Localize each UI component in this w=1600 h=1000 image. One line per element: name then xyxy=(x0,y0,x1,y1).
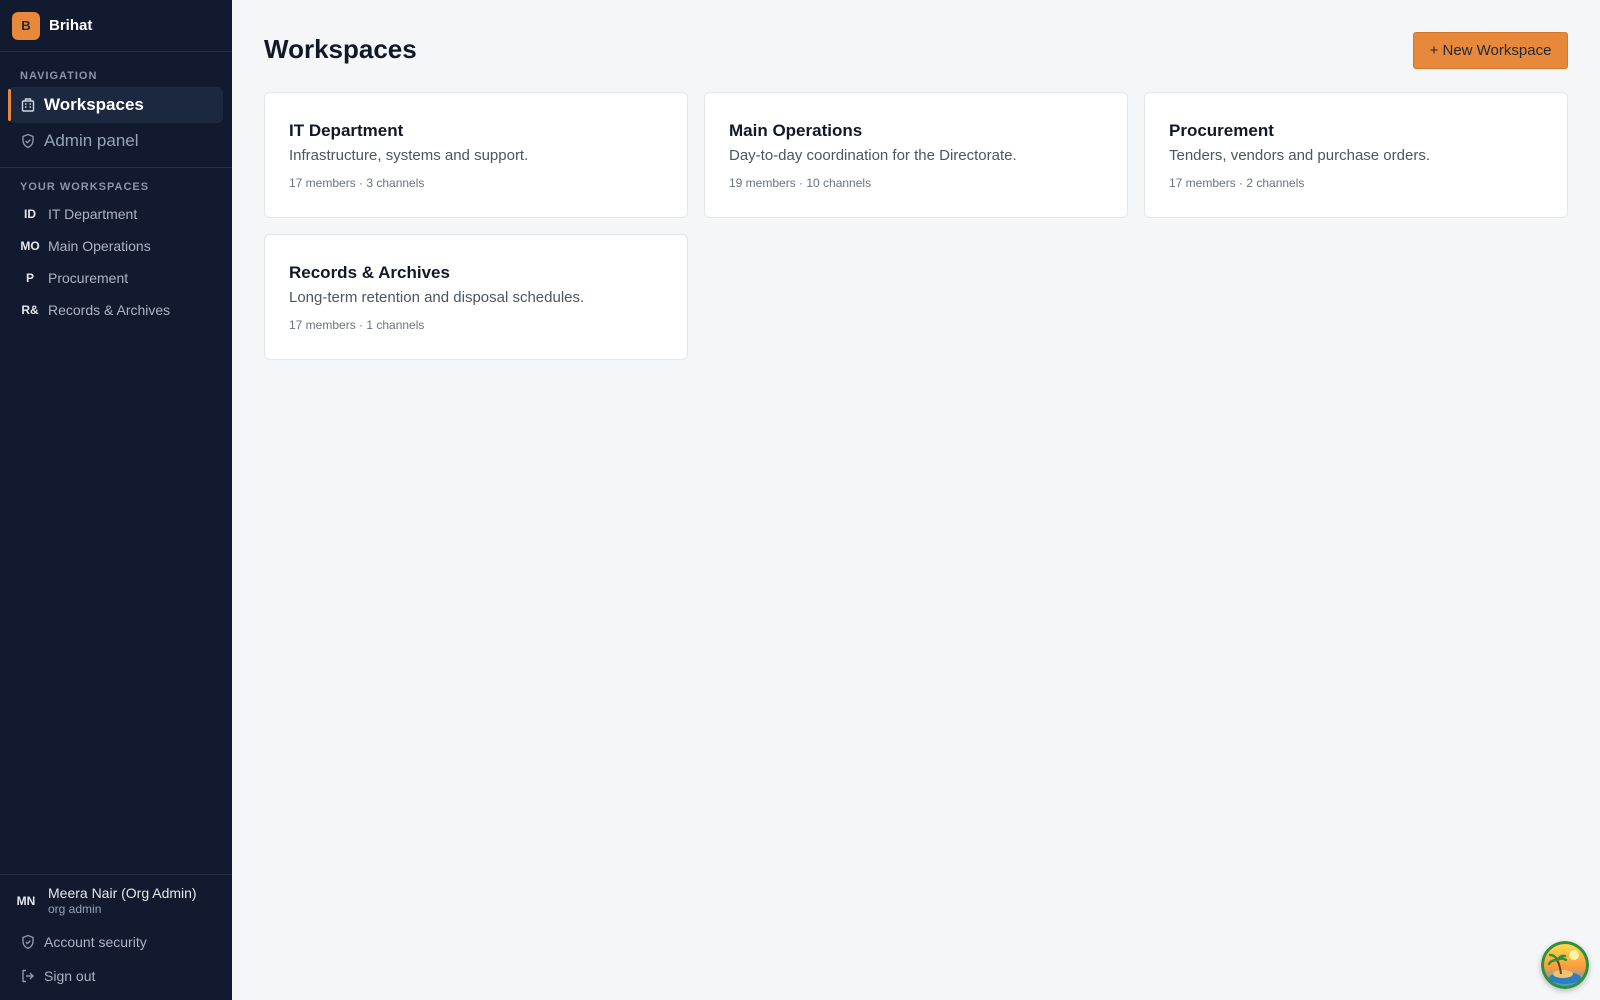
sidebar-workspace-records-archives[interactable]: R& Records & Archives xyxy=(18,298,170,322)
card-description: Tenders, vendors and purchase orders. xyxy=(1169,147,1430,164)
card-description: Infrastructure, systems and support. xyxy=(289,147,529,164)
workspace-card-procurement[interactable]: Procurement Tenders, vendors and purchas… xyxy=(1144,92,1568,218)
card-title: Procurement xyxy=(1169,121,1274,140)
sign-out-icon xyxy=(22,969,34,983)
card-title: Main Operations xyxy=(729,121,863,140)
workspace-abbr: MO xyxy=(20,239,40,253)
user-profile[interactable]: MN Meera Nair (Org Admin) org admin xyxy=(12,885,197,917)
sidebar-item-label: Workspaces xyxy=(44,95,144,114)
card-meta: 19 members · 10 channels xyxy=(729,176,872,190)
shield-icon xyxy=(22,133,34,149)
workspace-label: Procurement xyxy=(48,270,129,286)
sidebar-divider xyxy=(0,874,232,875)
page-title: Workspaces xyxy=(264,34,417,64)
card-description: Day-to-day coordination for the Director… xyxy=(729,147,1017,164)
account-security-link[interactable]: Account security xyxy=(20,934,147,950)
navigation-section-label: NAVIGATION xyxy=(20,70,98,82)
sign-out-label: Sign out xyxy=(44,968,96,984)
card-description: Long-term retention and disposal schedul… xyxy=(289,289,585,306)
sidebar-item-label: Admin panel xyxy=(44,131,139,150)
island-icon xyxy=(1541,941,1589,989)
sidebar-item-workspaces[interactable]: Workspaces xyxy=(8,87,223,123)
sidebar: B Brihat NAVIGATION Workspaces Admin pan… xyxy=(0,0,232,1000)
workspace-label: Main Operations xyxy=(48,238,151,254)
workspace-abbr: ID xyxy=(24,207,36,221)
user-name: Meera Nair (Org Admin) xyxy=(48,885,197,901)
sidebar-workspace-it-department[interactable]: ID IT Department xyxy=(18,202,137,226)
workspace-label: IT Department xyxy=(48,206,138,222)
user-role: org admin xyxy=(48,902,102,916)
card-meta: 17 members · 3 channels xyxy=(289,176,425,190)
workspace-card-it-department[interactable]: IT Department Infrastructure, systems an… xyxy=(264,92,688,218)
workspaces-section-label: YOUR WORKSPACES xyxy=(20,181,150,193)
account-security-label: Account security xyxy=(44,934,147,950)
workspace-card-main-operations[interactable]: Main Operations Day-to-day coordination … xyxy=(704,92,1128,218)
brand-name: Brihat xyxy=(49,17,93,34)
assistant-launcher-button[interactable] xyxy=(1541,941,1589,989)
workspace-label: Records & Archives xyxy=(48,302,171,318)
workspace-card-records-archives[interactable]: Records & Archives Long-term retention a… xyxy=(264,234,688,360)
workspace-abbr: R& xyxy=(21,303,39,317)
sidebar-divider xyxy=(0,167,232,168)
card-meta: 17 members · 2 channels xyxy=(1169,176,1305,190)
brand[interactable]: B Brihat xyxy=(0,0,232,52)
card-meta: 17 members · 1 channels xyxy=(289,318,425,332)
avatar: MN xyxy=(16,894,36,908)
card-title: Records & Archives xyxy=(289,263,450,282)
sidebar-workspace-main-operations[interactable]: MO Main Operations xyxy=(18,234,151,258)
brand-logo: B xyxy=(12,11,40,40)
sign-out-link[interactable]: Sign out xyxy=(20,968,95,984)
workspace-abbr: P xyxy=(25,271,34,285)
shield-icon xyxy=(22,934,34,950)
sidebar-item-admin-panel[interactable]: Admin panel xyxy=(8,123,223,159)
building-icon xyxy=(21,98,35,112)
sidebar-workspace-procurement[interactable]: P Procurement xyxy=(18,266,128,290)
card-title: IT Department xyxy=(289,121,404,140)
new-workspace-button[interactable]: + New Workspace xyxy=(1413,32,1568,69)
